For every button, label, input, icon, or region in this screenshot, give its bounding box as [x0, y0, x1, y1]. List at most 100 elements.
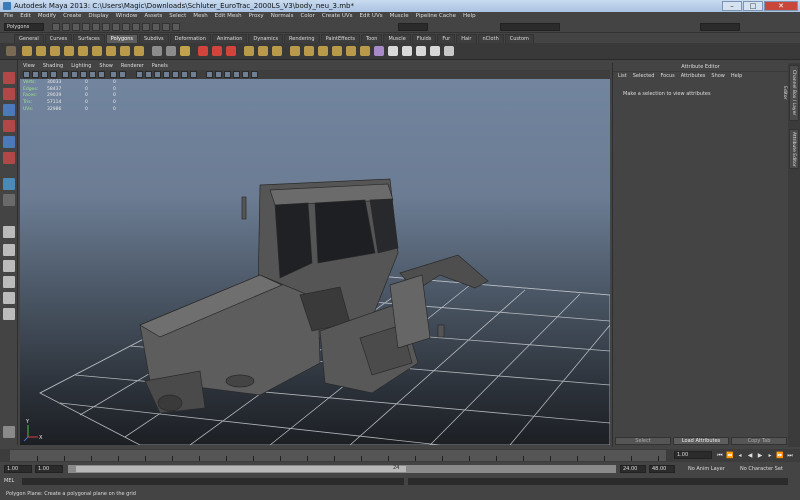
poly-pyramid-icon[interactable]: [120, 46, 130, 56]
menu-select[interactable]: Select: [169, 12, 186, 21]
character-set-label[interactable]: No Character Set: [740, 465, 783, 473]
scale-tool-icon[interactable]: [3, 152, 15, 164]
shelf-tab-rendering[interactable]: Rendering: [284, 34, 320, 43]
maximize-button[interactable]: □: [743, 1, 763, 11]
ae-menu-help[interactable]: Help: [731, 72, 742, 81]
menu-edit[interactable]: Edit: [20, 12, 31, 21]
close-button[interactable]: ✕: [764, 1, 798, 11]
menu-assets[interactable]: Assets: [144, 12, 162, 21]
play-forwards-icon[interactable]: ▶: [756, 452, 764, 460]
viewport-menu-shading[interactable]: Shading: [43, 63, 63, 70]
move-tool-icon[interactable]: [3, 120, 15, 132]
single-perspective-layout-icon[interactable]: [3, 226, 15, 238]
bevel-icon[interactable]: [360, 46, 370, 56]
select-button[interactable]: Select: [615, 437, 671, 445]
separate-icon[interactable]: [166, 46, 176, 56]
shelf-tab-surfaces[interactable]: Surfaces: [73, 34, 105, 43]
render-current-frame-icon[interactable]: [152, 23, 160, 31]
shelf-tab-subdivs[interactable]: Subdivs: [139, 34, 169, 43]
universal-manipulator-icon[interactable]: [3, 178, 15, 190]
render-settings-icon[interactable]: [172, 23, 180, 31]
menu-color[interactable]: Color: [300, 12, 314, 21]
load-attributes-button[interactable]: Load Attributes: [673, 437, 729, 445]
perspective-viewport[interactable]: View Shading Lighting Show Renderer Pane…: [20, 63, 610, 445]
menu-create[interactable]: Create: [63, 12, 81, 21]
xray-joints-icon[interactable]: [215, 71, 222, 78]
save-scene-icon[interactable]: [72, 23, 80, 31]
step-back-icon[interactable]: ⏪: [726, 452, 734, 460]
menu-proxy[interactable]: Proxy: [249, 12, 264, 21]
snap-grid-icon[interactable]: [112, 23, 120, 31]
anim-layer-label[interactable]: No Anim Layer: [688, 465, 725, 473]
go-to-start-icon[interactable]: ⏮: [716, 452, 724, 460]
combine-icon[interactable]: [152, 46, 162, 56]
snap-curve-icon[interactable]: [122, 23, 130, 31]
select-component-icon[interactable]: [102, 23, 110, 31]
minimize-button[interactable]: –: [722, 1, 742, 11]
merge-vertices-icon[interactable]: [374, 46, 384, 56]
anti-aliasing-icon[interactable]: [242, 71, 249, 78]
ae-menu-show[interactable]: Show: [711, 72, 725, 81]
uv-cylindrical-mapping-icon[interactable]: [402, 46, 412, 56]
shelf-tab-dynamics[interactable]: Dynamics: [248, 34, 284, 43]
uv-spherical-mapping-icon[interactable]: [416, 46, 426, 56]
start-time-field[interactable]: 1.00: [4, 465, 32, 473]
viewport-menu-lighting[interactable]: Lighting: [71, 63, 91, 70]
end-time-field[interactable]: 48.00: [649, 465, 675, 473]
menu-create-uvs[interactable]: Create UVs: [322, 12, 353, 21]
shelf-tab-toon[interactable]: Toon: [360, 34, 383, 43]
image-plane-icon[interactable]: [50, 71, 57, 78]
viewport-menu-panels[interactable]: Panels: [152, 63, 168, 70]
camera-attributes-icon[interactable]: [32, 71, 39, 78]
menu-display[interactable]: Display: [88, 12, 108, 21]
ae-menu-focus[interactable]: Focus: [660, 72, 674, 81]
fill-hole-icon[interactable]: [290, 46, 300, 56]
grid-toggle-icon[interactable]: [62, 71, 69, 78]
playback-end-field[interactable]: 24.00: [620, 465, 646, 473]
open-scene-icon[interactable]: [62, 23, 70, 31]
menu-set-dropdown[interactable]: Polygons: [4, 23, 44, 31]
last-tool-icon[interactable]: [3, 194, 15, 206]
poly-torus-icon[interactable]: [92, 46, 102, 56]
four-view-layout-icon[interactable]: [3, 244, 15, 256]
uv-texture-editor-icon[interactable]: [444, 46, 454, 56]
viewport-menu-renderer[interactable]: Renderer: [121, 63, 144, 70]
playback-start-field[interactable]: 1.00: [35, 465, 63, 473]
shelf-settings-icon[interactable]: [6, 46, 16, 56]
current-frame-field[interactable]: 1.00: [674, 451, 712, 459]
ae-menu-selected[interactable]: Selected: [633, 72, 655, 81]
shelf-tab-animation[interactable]: Animation: [211, 34, 248, 43]
shelf-tab-custom[interactable]: Custom: [504, 34, 534, 43]
shelf-tab-fluids[interactable]: Fluids: [411, 34, 437, 43]
extrude-icon[interactable]: [346, 46, 356, 56]
ipr-render-icon[interactable]: [162, 23, 170, 31]
select-tool-icon[interactable]: [3, 72, 15, 84]
shelf-tab-painteffects[interactable]: PaintEffects: [320, 34, 360, 43]
snap-view-plane-icon[interactable]: [142, 23, 150, 31]
shelf-tab-ncloth[interactable]: nCloth: [477, 34, 504, 43]
input-line-field[interactable]: [398, 23, 428, 31]
menu-normals[interactable]: Normals: [271, 12, 294, 21]
persp-graph-layout-icon[interactable]: [3, 276, 15, 288]
snap-point-icon[interactable]: [132, 23, 140, 31]
ae-menu-attributes[interactable]: Attributes: [681, 72, 706, 81]
range-slider[interactable]: 24: [68, 465, 616, 473]
go-to-end-icon[interactable]: ⏭: [786, 452, 794, 460]
persp-hypershade-layout-icon[interactable]: [3, 292, 15, 304]
poly-plane-icon[interactable]: [78, 46, 88, 56]
xray-icon[interactable]: [163, 71, 170, 78]
time-slider-track[interactable]: [10, 450, 666, 461]
range-slider-handle[interactable]: [76, 466, 406, 472]
depth-of-field-icon[interactable]: [251, 71, 258, 78]
screen-space-ao-icon[interactable]: [224, 71, 231, 78]
step-forward-icon[interactable]: ⏩: [776, 452, 784, 460]
uv-automatic-mapping-icon[interactable]: [430, 46, 440, 56]
shelf-tab-curves[interactable]: Curves: [44, 34, 73, 43]
menu-window[interactable]: Window: [116, 12, 138, 21]
shelf-tab-general[interactable]: General: [14, 34, 44, 43]
play-backwards-icon[interactable]: ◀: [746, 452, 754, 460]
bridge-icon[interactable]: [304, 46, 314, 56]
mirror-geometry-icon[interactable]: [244, 46, 254, 56]
append-polygon-icon[interactable]: [318, 46, 328, 56]
step-forward-key-icon[interactable]: ▸: [766, 452, 774, 460]
